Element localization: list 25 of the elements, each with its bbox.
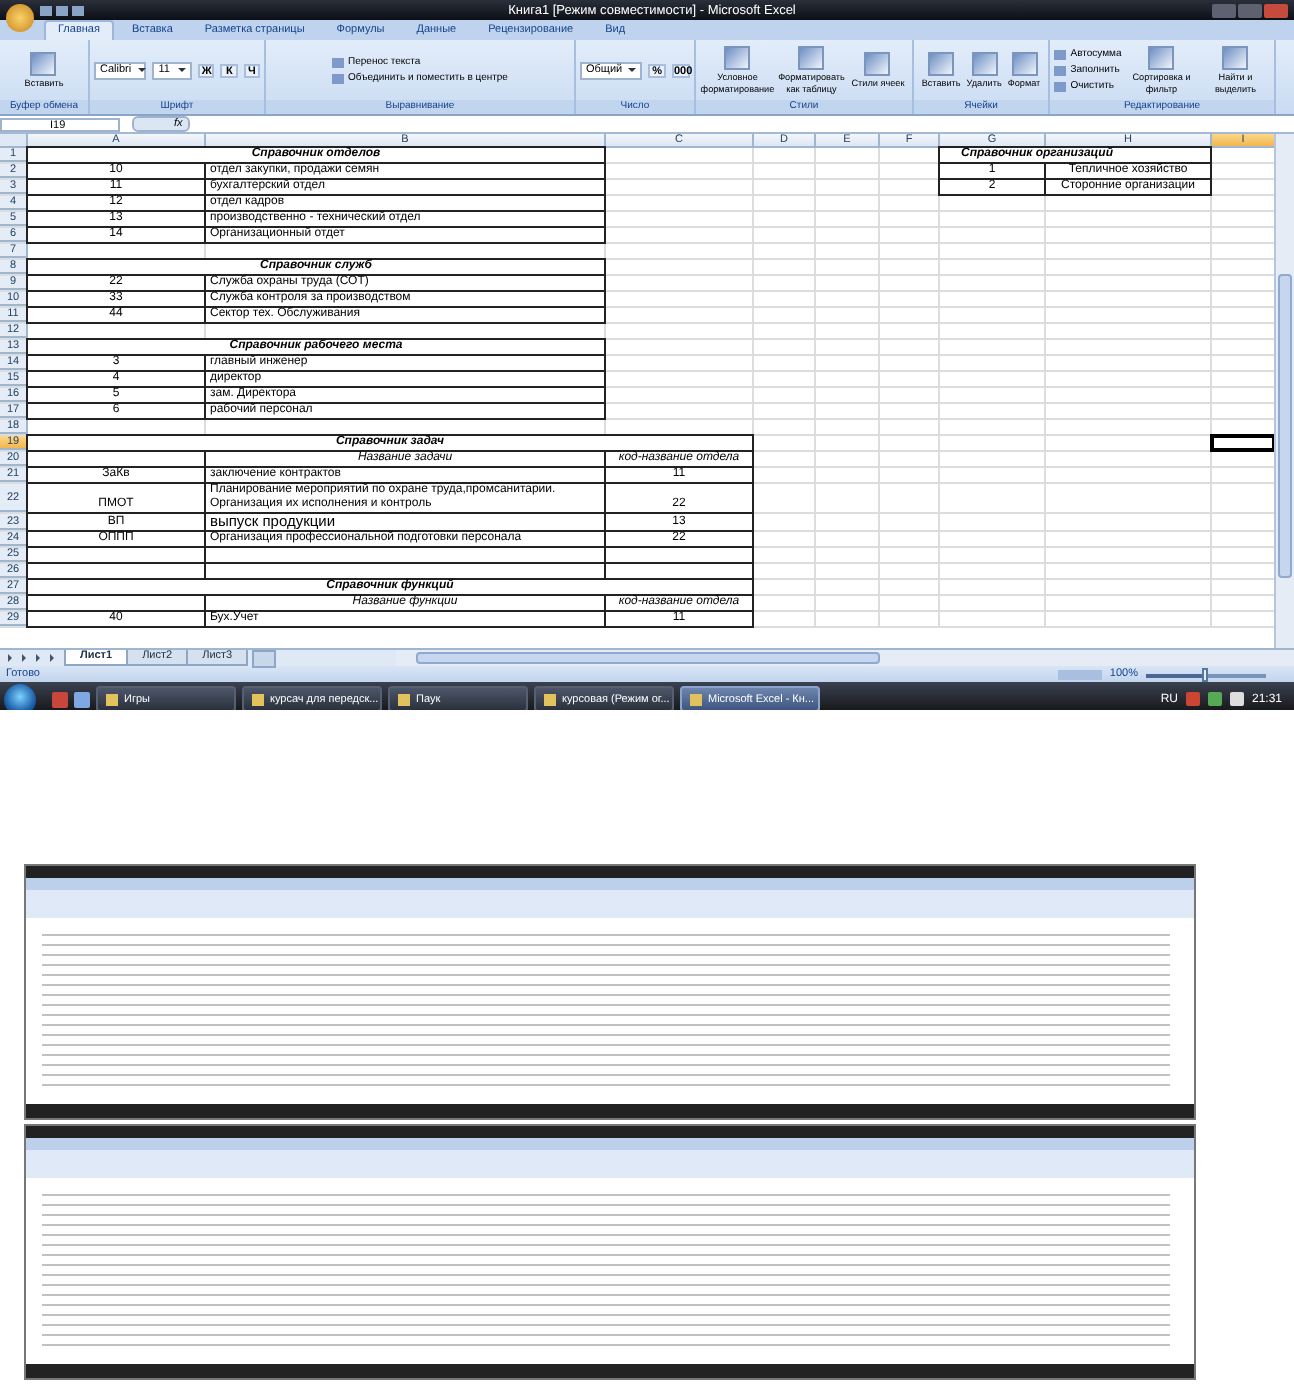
ribbon-button-icon — [1222, 46, 1249, 71]
caret-icon — [137, 68, 146, 76]
close-icon[interactable] — [1264, 3, 1288, 17]
start-button[interactable] — [4, 683, 36, 710]
slider-thumb[interactable] — [1202, 667, 1208, 681]
minimize-icon[interactable] — [1212, 3, 1236, 17]
horizontal-scrollbar[interactable] — [396, 650, 1294, 666]
ribbon-button-icon — [30, 51, 57, 76]
ribbon-button-icon — [1011, 51, 1037, 76]
window-icon — [398, 693, 410, 705]
vertical-scrollbar[interactable] — [1274, 134, 1294, 648]
office-button[interactable] — [6, 4, 34, 32]
ribbon-button-icon — [724, 46, 751, 71]
window-icon — [106, 693, 118, 705]
window-icon — [252, 693, 264, 705]
caret-icon — [628, 68, 637, 76]
ribbon-button-icon — [1148, 46, 1175, 71]
ribbon-button-icon — [798, 46, 825, 71]
maximize-icon[interactable] — [1238, 3, 1262, 17]
window-icon — [544, 693, 556, 705]
caret-icon — [178, 68, 187, 76]
ribbon-button-icon — [971, 51, 998, 76]
ribbon-button-icon — [864, 51, 891, 76]
ribbon-button-icon — [928, 51, 955, 76]
window-icon — [690, 693, 702, 705]
